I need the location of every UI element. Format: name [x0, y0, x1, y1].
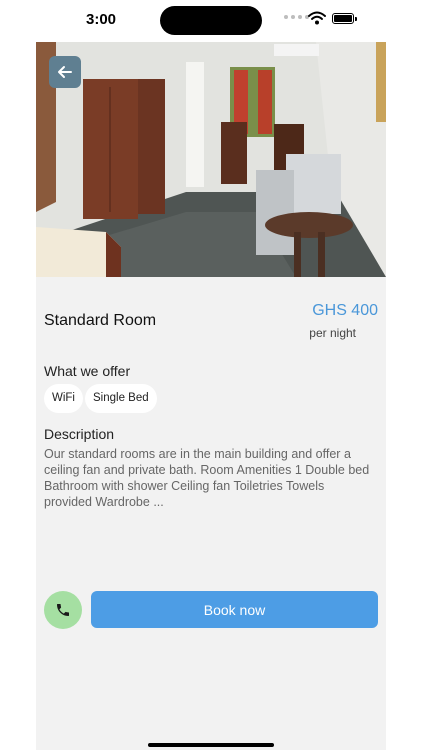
price-unit: per night — [309, 326, 356, 340]
status-bar: 3:00 — [36, 0, 386, 42]
call-button[interactable] — [44, 591, 82, 629]
phone-icon — [57, 604, 69, 616]
offer-heading: What we offer — [44, 363, 131, 379]
amenity-chip-wifi: WiFi — [44, 384, 83, 413]
room-photo-illustration — [36, 42, 386, 277]
room-detail-screen: 3:00 Standard Room GHS 400 per night Wha… — [36, 0, 386, 750]
dynamic-island — [160, 6, 262, 35]
home-indicator — [148, 743, 274, 747]
arrow-left-icon — [58, 66, 72, 78]
wifi-icon — [308, 11, 326, 25]
room-title: Standard Room — [44, 312, 157, 329]
description-heading: Description — [44, 426, 115, 442]
room-photo — [36, 42, 386, 277]
book-now-button[interactable]: Book now — [91, 591, 378, 628]
amenity-chip-single-bed: Single Bed — [85, 384, 157, 413]
status-time: 3:00 — [86, 11, 117, 28]
description-text: Our standard rooms are in the main build… — [44, 447, 370, 509]
back-button[interactable] — [49, 56, 81, 88]
signal-icon — [284, 15, 309, 19]
room-price: GHS 400 — [312, 302, 378, 319]
amenity-list: WiFi Single Bed — [44, 384, 157, 413]
battery-icon — [332, 13, 357, 24]
